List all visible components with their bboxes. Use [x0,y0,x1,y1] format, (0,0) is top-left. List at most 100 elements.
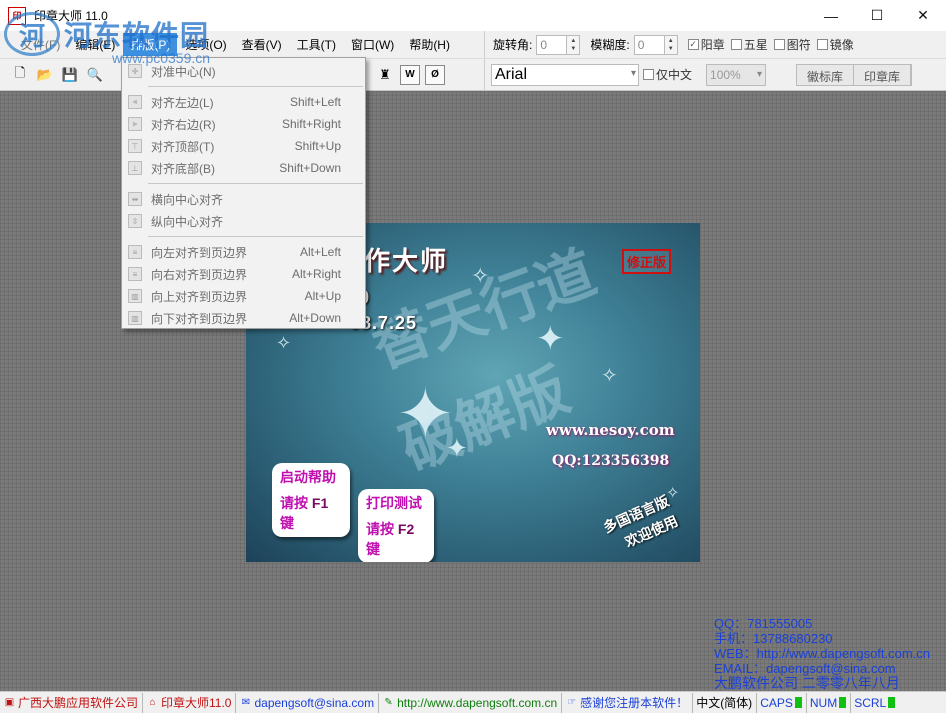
computer-icon: ▣ [4,697,15,708]
rotate-label: 旋转角: [493,38,533,52]
horizontal-center-icon: ⇹ [128,192,142,206]
checkbox-checked-icon: ✓ [687,39,699,50]
menu-layout[interactable]: 排版(P) [123,33,178,56]
status-product: ⌂ 印章大师11.0 [143,692,237,713]
layout-menu-dropdown: ✛ 对准中心(N) ⫷ 对齐左边(L) Shift+Left ⫸ 对齐右边(R) Shif… [121,57,366,329]
page-align-top-icon: ▥ [128,289,142,303]
print-badge: 打印测试 请按 F2 键 [358,489,434,562]
menu-window[interactable]: 窗口(W) [344,33,401,56]
menu-view[interactable]: 查看(V) [235,33,289,56]
checkbox-chinese-only[interactable]: 仅中文 [643,66,692,83]
window-title: 印章大师 11.0 [34,9,108,23]
menu-item-align-left[interactable]: ⫷ 对齐左边(L) Shift+Left [122,91,365,113]
status-company: ▣ 广西大鹏应用软件公司 [0,692,144,713]
menu-file[interactable]: 文件(F) [14,33,67,56]
align-bottom-icon: ⊥ [128,161,142,175]
checkbox-mirror[interactable]: 镜像 [816,36,854,53]
menu-item-align-top[interactable]: ⊤ 对齐顶部(T) Shift+Up [122,135,365,157]
checkbox-star[interactable]: 五星 [730,36,768,53]
zoom-select[interactable]: 100% ▾ [706,63,767,86]
menu-separator [148,236,363,237]
contact-phone: 手机：13788680230 [714,631,833,646]
checkbox-label: 图符 [786,38,811,52]
tab-logo-library[interactable]: 徽标库 [797,64,855,85]
menu-item-page-left[interactable]: ≡ 向左对齐到页边界 Alt+Left [122,241,365,263]
status-email[interactable]: ✉ dapengsoft@sina.com [236,692,380,713]
menu-edit[interactable]: 编辑(E) [68,33,122,56]
menu-tools[interactable]: 工具(T) [290,33,343,56]
align-top-icon: ⊤ [128,139,142,153]
scrl-indicator [888,697,896,708]
splash-badge: 修正版 [622,249,672,274]
contact-info: QQ：781555005 手机：13788680230 WEB：http://w… [714,616,930,691]
font-value: Arial [495,65,528,83]
align-center-icon: ✛ [128,64,142,78]
checkbox-icon [730,39,742,50]
blur-label: 模糊度: [590,38,630,52]
splash-qq: QQ:123356398 [552,453,670,469]
rotate-value: 0 [540,37,548,52]
open-folder-icon[interactable]: 📂 [35,65,55,85]
word-icon[interactable]: W [400,64,420,85]
menu-item-horizontal-center[interactable]: ⇹ 横向中心对齐 [122,188,365,210]
spinner-arrows-icon[interactable]: ▲ ▼ [566,34,581,55]
checkbox-icon [643,69,654,80]
contact-email: EMAIL：dapengsoft@sina.com [714,661,896,676]
close-button[interactable]: ✕ [900,0,946,31]
window-controls: — ☐ ✕ [808,0,946,31]
new-document-icon[interactable]: 🗋 [10,65,30,85]
status-thanks: ☞ 感谢您注册本软件！ [562,692,694,713]
font-select[interactable]: Arial ▾ [491,63,639,86]
menu-item-align-bottom[interactable]: ⊥ 对齐底部(B) Shift+Down [122,157,365,179]
contact-web: WEB：http://www.dapengsoft.com.cn [714,646,931,661]
tab-seal-library[interactable]: 印章库 [854,64,912,85]
status-caps: CAPS [757,692,807,713]
maximize-button[interactable]: ☐ [854,0,900,31]
checkbox-symbol[interactable]: 图符 [773,36,811,53]
spinner-arrows-icon[interactable]: ▲ ▼ [663,34,678,55]
checkbox-icon [773,39,785,50]
menu-help[interactable]: 帮助(H) [402,33,457,56]
star-icon: ✧ [276,333,292,353]
align-left-icon: ⫷ [128,95,142,109]
status-web[interactable]: ✎ http://www.dapengsoft.com.cn [379,692,563,713]
menu-item-align-right[interactable]: ⫸ 对齐右边(R) Shift+Right [122,113,365,135]
status-num: NUM [807,692,852,713]
blur-value: 0 [637,37,645,52]
menu-item-page-top[interactable]: ▥ 向上对齐到页边界 Alt+Up [122,285,365,307]
status-ime: 中文(简体) [693,692,758,713]
checkbox-positive-seal[interactable]: ✓ 阳章 [687,36,725,53]
menu-item-page-right[interactable]: ≡ 向右对齐到页边界 Alt+Right [122,263,365,285]
contact-company: 大鹏软件公司 二零零八年八月 [714,675,900,691]
font-bar: Arial ▾ 仅中文 100% ▾ 徽标库 印章库 [484,59,946,91]
minimize-button[interactable]: — [808,0,854,31]
rotate-spinner[interactable]: 0 ▲ ▼ [536,34,581,55]
library-tabs: 徽标库 印章库 [796,63,913,86]
align-right-icon: ⫸ [128,117,142,131]
checkbox-label: 仅中文 [656,68,693,82]
menu-separator [148,183,363,184]
status-scrl: SCRL [851,693,899,713]
checkbox-label: 镜像 [829,38,854,52]
export-icon[interactable]: Ø [425,64,445,85]
menu-separator [148,86,363,87]
page-align-bottom-icon: ▥ [128,311,142,325]
web-icon: ✎ [384,697,393,708]
print-badge-hint: 请按 F2 键 [366,521,415,557]
zoom-value: 100% [710,67,741,82]
mail-icon: ✉ [241,697,251,708]
menu-item-center[interactable]: ✛ 对准中心(N) [122,60,365,82]
caps-indicator [794,697,802,708]
menu-options[interactable]: 选项(O) [178,33,233,56]
help-badge-hint: 请按 F1 键 [280,495,329,531]
tag-icon: ⌂ [149,697,156,708]
save-icon[interactable]: 💾 [60,65,80,85]
menu-item-page-bottom[interactable]: ▥ 向下对齐到页边界 Alt+Down [122,307,365,329]
checkbox-label: 阳章 [700,38,725,52]
menu-item-vertical-center[interactable]: ⇳ 纵向中心对齐 [122,210,365,232]
num-indicator [839,697,847,708]
seal-tool-icon[interactable]: ♜ [375,65,395,85]
checkbox-label: 五星 [743,38,768,52]
print-preview-icon[interactable]: 🔍 [85,65,105,85]
blur-spinner[interactable]: 0 ▲ ▼ [633,34,678,55]
